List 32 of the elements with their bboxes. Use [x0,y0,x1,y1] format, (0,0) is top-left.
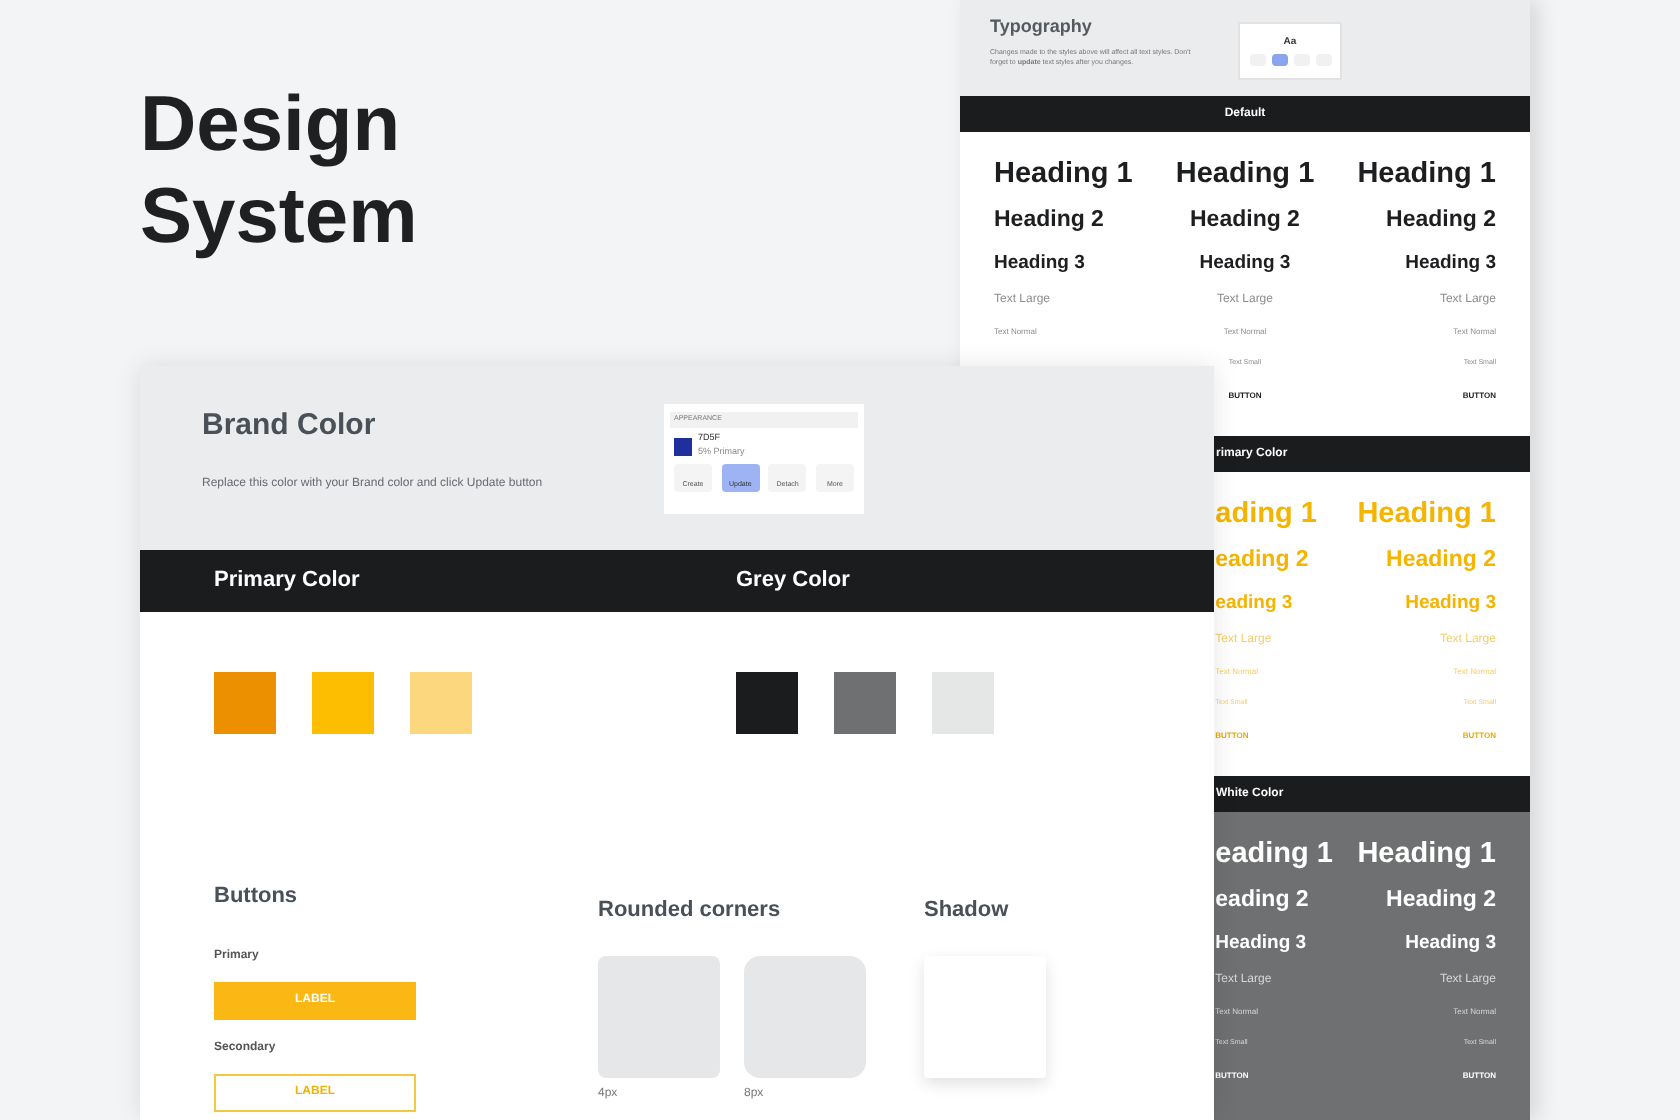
section-heading: Shadow [924,896,1011,922]
heading-sample: eading 1 [1215,840,1333,870]
heading-sample: Heading 2 [994,210,1104,234]
heading-sample: Heading 1 [1357,840,1496,870]
heading-sample: Heading 2 [1386,890,1496,914]
heading-sample: eading 2 [1215,550,1309,574]
section-label: Primary Color [214,566,362,597]
section-label: Grey Color [736,566,852,597]
heading-sample: eading 2 [1215,890,1309,914]
heading-sample: Heading 2 [1386,210,1496,234]
heading-sample: Heading 3 [1405,253,1496,273]
heading-sample: Heading 1 [1175,160,1315,190]
heading-sample: Heading 3 [1405,593,1496,613]
heading-sample: Heading 3 [1405,933,1496,953]
page-title: Design System [140,80,420,264]
heading-sample: Heading 3 [994,253,1085,273]
section-heading: Rounded corners [598,896,783,922]
corner-sample [744,956,866,1078]
heading-sample: eading 3 [1215,593,1293,613]
board-title: Typography [990,14,1094,40]
heading-sample: Heading 3 [1199,253,1291,273]
section-heading: Buttons [214,882,300,908]
board-title: Brand Color [202,406,378,446]
heading-sample: Heading 1 [994,160,1133,190]
heading-sample: Heading 1 [1357,500,1496,530]
corner-sample [598,956,720,1078]
heading-sample: Heading 1 [1357,160,1496,190]
color-swatch [674,437,692,455]
heading-sample: ading 1 [1215,500,1317,530]
heading-sample: Heading 2 [1190,210,1300,234]
heading-sample: Heading 2 [1386,550,1496,574]
heading-sample: Heading 3 [1215,933,1307,953]
